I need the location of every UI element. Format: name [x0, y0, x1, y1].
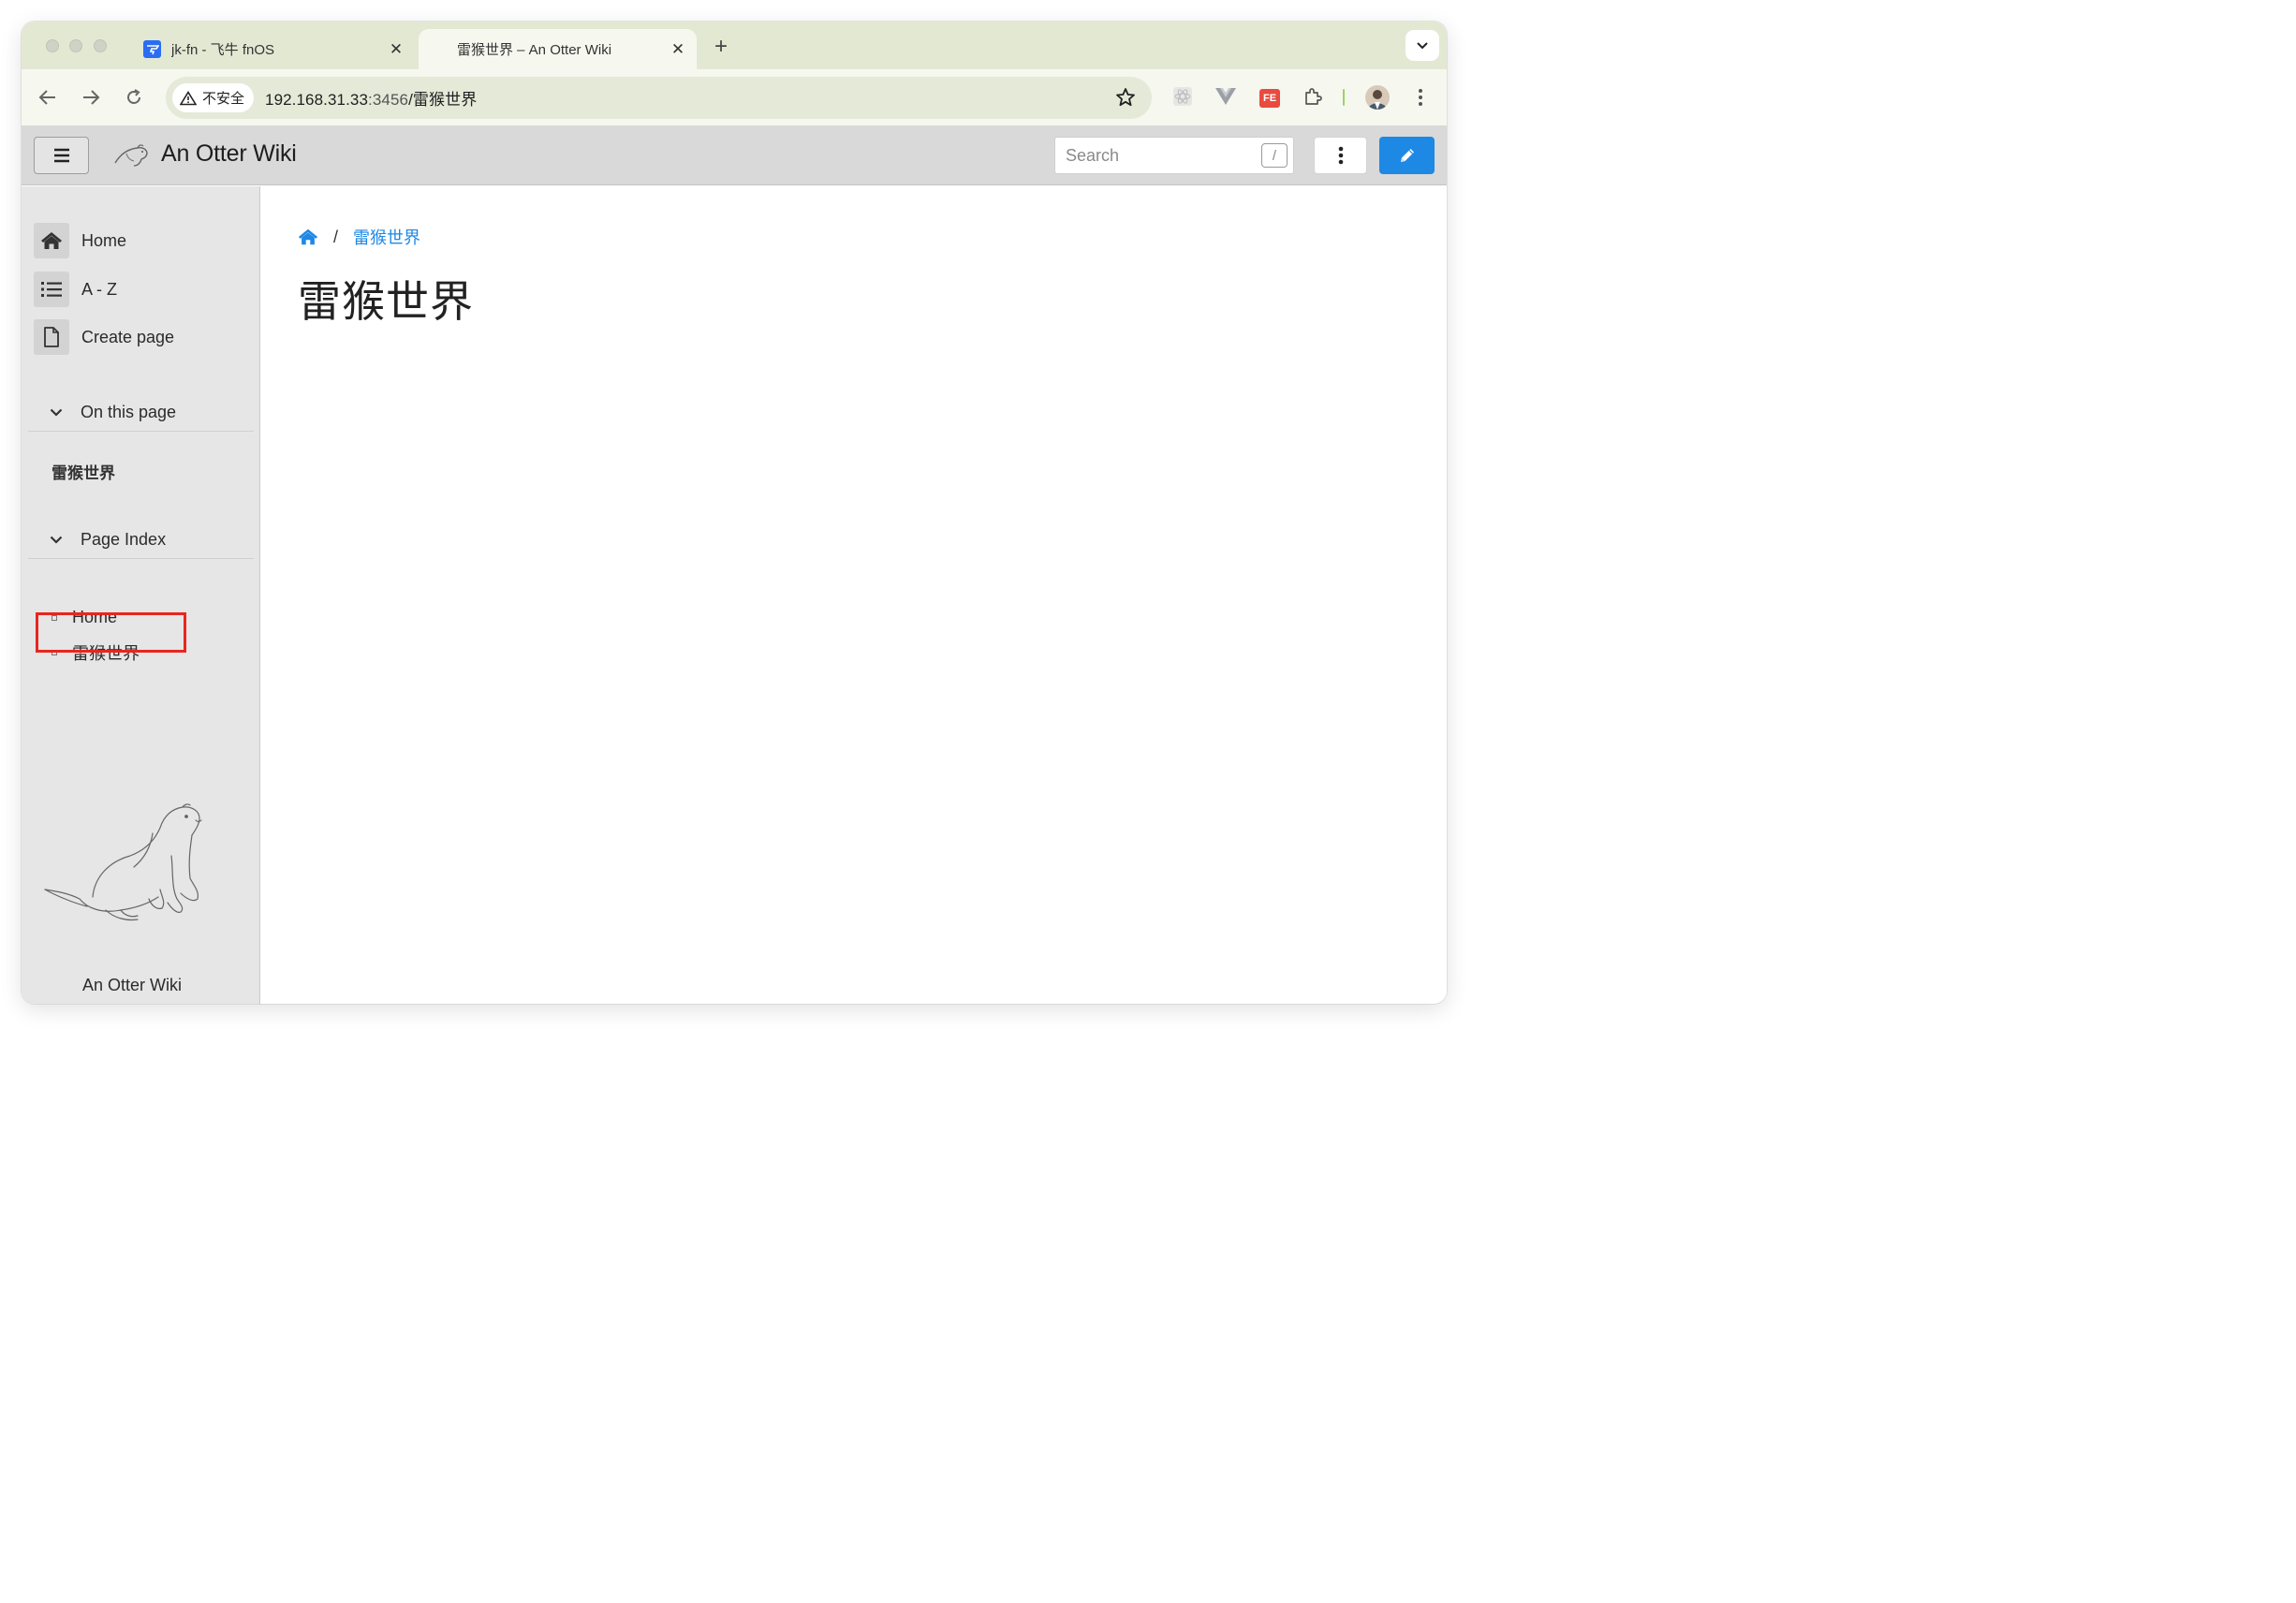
page-index-toggle[interactable]: Page Index	[28, 522, 254, 559]
browser-toolbar: 不安全 192.168.31.33:3456/雷猴世界 FE	[22, 69, 1447, 125]
annotation-highlight-box	[36, 612, 186, 653]
reload-icon	[127, 89, 140, 104]
breadcrumb: / 雷猴世界	[298, 225, 420, 249]
tab-search-button[interactable]	[1406, 30, 1439, 61]
site-title[interactable]: An Otter Wiki	[161, 140, 297, 168]
kebab-menu-icon	[1338, 146, 1343, 165]
sidebar: Home A - Z Create page On this page 雷猴世界	[22, 186, 260, 1004]
url-port: :3456	[368, 91, 409, 109]
forward-button[interactable]	[78, 84, 104, 110]
sidebar-item-label: Create page	[81, 327, 175, 346]
breadcrumb-current-link[interactable]: 雷猴世界	[353, 225, 420, 249]
hamburger-icon	[53, 148, 69, 163]
security-indicator[interactable]: 不安全	[172, 83, 255, 112]
sidebar-item-label: A - Z	[81, 279, 118, 299]
sidebar-toggle-button[interactable]	[34, 137, 89, 174]
file-icon	[34, 319, 69, 355]
url-text[interactable]: 192.168.31.33:3456/雷猴世界	[265, 86, 477, 110]
close-tab-icon[interactable]: ✕	[667, 38, 689, 61]
browser-menu-button[interactable]	[1408, 84, 1433, 110]
browser-window: jk-fn - 飞牛 fnOS ✕ 雷猴世界 – An Otter Wiki ✕…	[22, 22, 1447, 1004]
section-label: Page Index	[81, 530, 167, 549]
window-maximize-control[interactable]	[94, 39, 107, 52]
breadcrumb-separator: /	[333, 227, 339, 246]
extensions-puzzle-icon[interactable]	[1301, 84, 1325, 109]
sidebar-item-create-page[interactable]: Create page	[34, 318, 174, 356]
browser-tab-otter-wiki[interactable]: 雷猴世界 – An Otter Wiki ✕	[419, 29, 697, 69]
address-bar[interactable]: 不安全 192.168.31.33:3456/雷猴世界	[166, 77, 1152, 119]
profile-avatar[interactable]	[1365, 85, 1390, 110]
fnos-favicon-icon	[143, 40, 161, 58]
fe-helper-extension-icon[interactable]: FE	[1258, 84, 1282, 109]
reload-button[interactable]	[121, 84, 147, 110]
page-title: 雷猴世界	[298, 277, 474, 326]
tab-title: 雷猴世界 – An Otter Wiki	[457, 42, 612, 58]
arrow-left-icon	[38, 90, 55, 105]
react-devtools-extension-icon[interactable]	[1170, 84, 1195, 109]
window-minimize-control[interactable]	[69, 39, 82, 52]
warning-icon	[180, 90, 197, 106]
edit-page-button[interactable]	[1379, 137, 1435, 174]
sidebar-item-label: Home	[81, 230, 127, 250]
otter-illustration-icon	[40, 800, 228, 949]
back-button[interactable]	[35, 84, 61, 110]
sidebar-item-a-z[interactable]: A - Z	[34, 271, 117, 308]
kebab-menu-icon	[1419, 89, 1422, 106]
window-close-control[interactable]	[46, 39, 59, 52]
arrow-right-icon	[83, 90, 100, 105]
wiki-header: An Otter Wiki /	[22, 125, 1447, 185]
section-label: On this page	[81, 403, 177, 421]
search-shortcut-hint: /	[1261, 143, 1288, 168]
more-options-button[interactable]	[1314, 137, 1367, 174]
bookmark-star-icon[interactable]	[1114, 86, 1137, 109]
chevron-down-icon	[1417, 41, 1428, 49]
vue-devtools-extension-icon[interactable]	[1214, 84, 1238, 109]
otter-logo-icon[interactable]	[113, 140, 149, 169]
home-icon	[34, 223, 69, 258]
search-box[interactable]: /	[1054, 137, 1294, 174]
main-content: / 雷猴世界 雷猴世界	[261, 186, 1447, 1004]
home-icon[interactable]	[298, 228, 318, 246]
new-tab-button[interactable]: +	[709, 35, 733, 59]
search-input[interactable]	[1055, 145, 1243, 166]
toolbar-divider	[1343, 89, 1345, 106]
chevron-down-icon	[50, 536, 68, 544]
sidebar-item-home[interactable]: Home	[34, 222, 126, 259]
toc-item[interactable]: 雷猴世界	[52, 460, 115, 483]
chevron-down-icon	[50, 408, 68, 417]
pencil-icon	[1400, 149, 1414, 162]
on-this-page-toggle[interactable]: On this page	[28, 394, 254, 432]
tab-title: jk-fn - 飞牛 fnOS	[171, 42, 275, 58]
url-host: 192.168.31.33	[265, 91, 369, 109]
tab-strip: jk-fn - 飞牛 fnOS ✕ 雷猴世界 – An Otter Wiki ✕…	[22, 22, 1447, 69]
security-label: 不安全	[202, 91, 245, 107]
sidebar-footer: An Otter Wiki	[81, 976, 182, 994]
browser-tab-fnos[interactable]: jk-fn - 飞牛 fnOS ✕	[134, 29, 415, 69]
list-icon	[34, 272, 69, 307]
url-path: /雷猴世界	[408, 91, 478, 109]
close-tab-icon[interactable]: ✕	[385, 38, 407, 61]
